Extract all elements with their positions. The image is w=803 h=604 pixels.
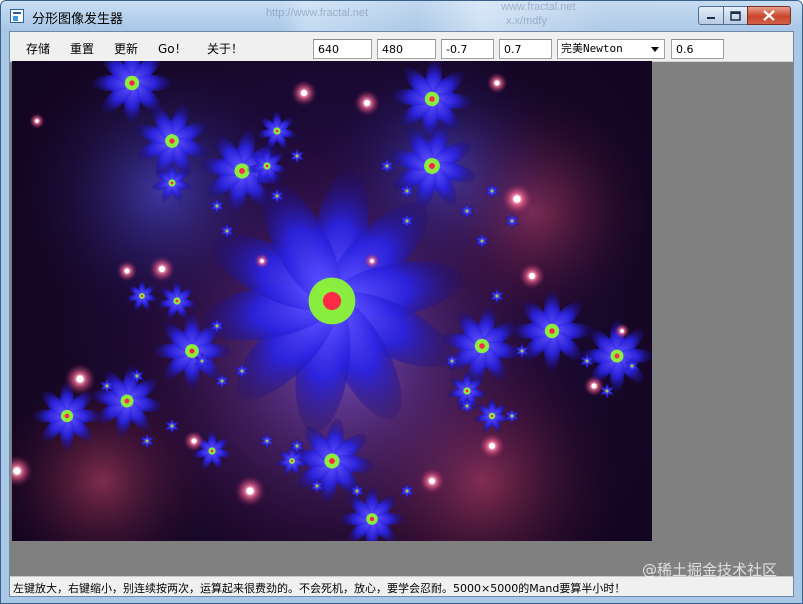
- center-y-field[interactable]: [499, 39, 552, 59]
- menu-reset[interactable]: 重置: [70, 40, 94, 57]
- window-title: 分形图像发生器: [32, 12, 124, 27]
- fractal-flower: [511, 290, 593, 372]
- menu-go[interactable]: Go！: [158, 40, 187, 57]
- glow-dot-core: [13, 467, 21, 475]
- status-text: 左键放大，右键缩小，别连续按两次，运算起来很费劲的。不会死机，放心，要学会忍耐。…: [13, 582, 626, 595]
- glow-dot-core: [513, 195, 521, 203]
- watermark: @稀土掘金技术社区: [641, 561, 777, 579]
- fractal-flower: [32, 381, 102, 451]
- title-bar[interactable]: http://www.fractal.net www.fractal.net x…: [1, 1, 802, 31]
- glow-dot-core: [124, 268, 130, 274]
- toolbar: 存储 重置 更新 Go！ 关于！ 完美Newton: [10, 32, 793, 62]
- background-window-title: http://www.fractal.net: [266, 7, 369, 19]
- glow-dot-core: [159, 266, 165, 272]
- menu-save[interactable]: 存储: [26, 40, 50, 57]
- fractal-type-select[interactable]: 完美Newton: [557, 39, 665, 59]
- glow-dot-core: [429, 478, 435, 484]
- maximize-button[interactable]: [723, 6, 748, 25]
- glow-dot-core: [494, 80, 500, 86]
- fractal-type-value: 完美Newton: [561, 42, 623, 55]
- glow-dot-core: [620, 329, 624, 333]
- glow-dot-core: [591, 383, 597, 389]
- height-field[interactable]: [377, 39, 436, 59]
- width-field[interactable]: [313, 39, 372, 59]
- close-icon: [763, 10, 775, 21]
- glow-dot-core: [370, 259, 374, 263]
- glow-dot-core: [301, 90, 307, 96]
- maximize-icon: [730, 10, 741, 21]
- glow-dot-core: [260, 259, 264, 263]
- glow-dot-core: [489, 443, 495, 449]
- menu-about[interactable]: 关于！: [207, 40, 243, 57]
- client-area: 存储 重置 更新 Go！ 关于！ 完美Newton: [9, 31, 794, 597]
- param-field[interactable]: [671, 39, 724, 59]
- background-window-title: x.x/mdfy: [506, 15, 547, 27]
- close-button[interactable]: [747, 6, 791, 25]
- glow-dot-core: [76, 375, 84, 383]
- glow-dot-core: [35, 119, 39, 123]
- glow-dot-core: [529, 273, 535, 279]
- minimize-button[interactable]: [698, 6, 724, 25]
- menu-update[interactable]: 更新: [114, 40, 138, 57]
- glow-dot-core: [246, 487, 254, 495]
- chevron-down-icon[interactable]: [651, 47, 659, 52]
- app-icon: [10, 9, 24, 23]
- minimize-icon: [707, 16, 715, 19]
- fractal-canvas[interactable]: [12, 61, 652, 541]
- glow-dot-core: [191, 438, 197, 444]
- center-x-field[interactable]: [441, 39, 494, 59]
- glow-dot-core: [364, 100, 370, 106]
- fractal-image: [12, 61, 652, 541]
- app-window: http://www.fractal.net www.fractal.net x…: [0, 0, 803, 604]
